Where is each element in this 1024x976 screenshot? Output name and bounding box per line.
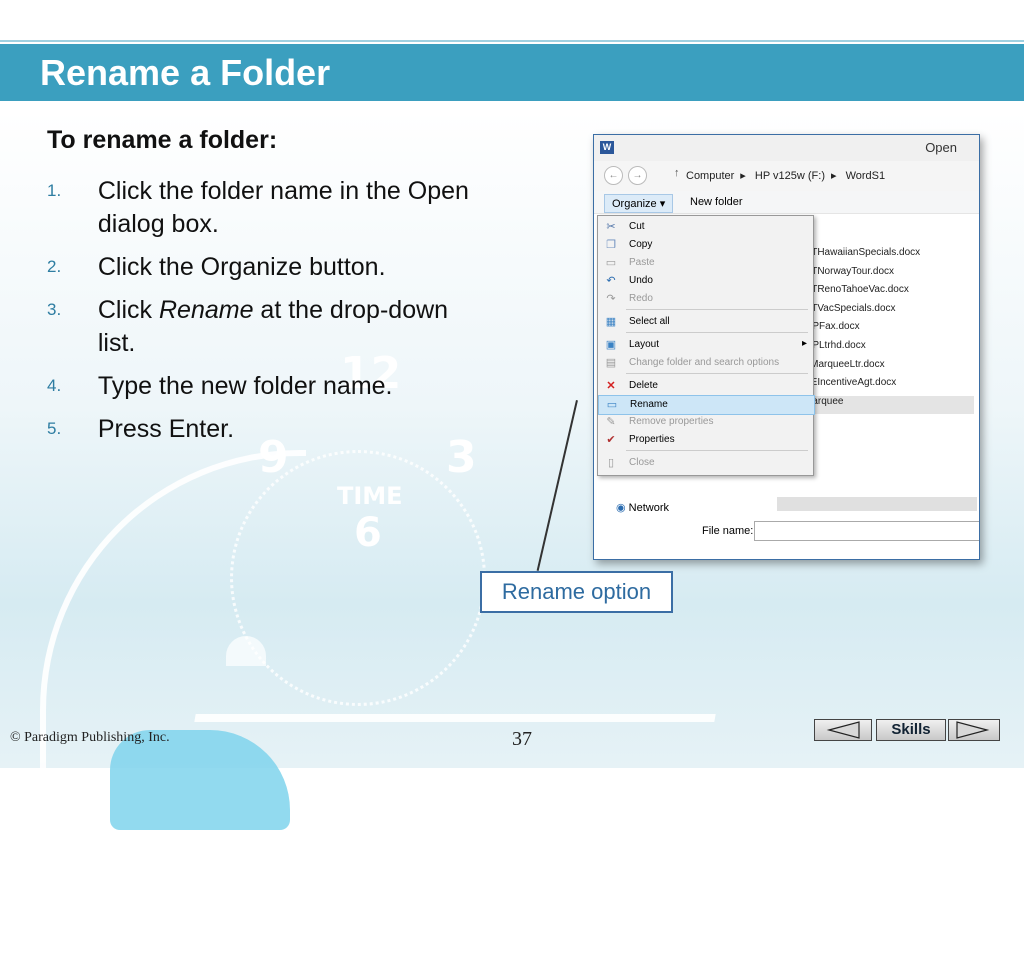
menu-separator — [626, 450, 808, 451]
properties-icon: ✔ — [606, 434, 616, 446]
dialog-title-bar: W Open — [594, 135, 979, 161]
rename-icon: ▭ — [606, 399, 618, 411]
clock-number-6: 6 — [354, 510, 382, 556]
menu-item-undo[interactable]: ↶ Undo — [598, 272, 813, 290]
delete-icon: ✕ — [606, 380, 616, 392]
step-item: 2. Click the Organize button. — [47, 251, 477, 284]
clock-label-time: TIME — [337, 482, 403, 510]
file-name-input[interactable] — [754, 521, 979, 541]
step-number: 5. — [47, 419, 62, 438]
copyright: © Paradigm Publishing, Inc. — [10, 730, 170, 745]
forward-icon[interactable]: → — [628, 166, 647, 185]
menu-separator — [626, 309, 808, 310]
layout-icon: ▣ — [605, 339, 617, 351]
step-text: Click the folder name in the Open dialog… — [97, 177, 469, 238]
right-arrow-icon — [956, 721, 990, 739]
left-arrow-icon — [826, 721, 860, 739]
step-number: 3. — [47, 300, 62, 319]
file-item-selected[interactable]: Marquee — [804, 395, 974, 415]
dialog-title: Open — [925, 140, 957, 155]
scissors-icon: ✂ — [606, 221, 616, 233]
file-item[interactable]: MPFax.docx — [804, 321, 974, 340]
page-number: 37 — [512, 728, 532, 750]
select-all-icon: ▦ — [605, 316, 617, 328]
file-item[interactable]: CTHawaiianSpecials.docx — [804, 247, 974, 266]
breadcrumb-arrow-icon: ▸ — [740, 170, 746, 182]
breadcrumb: Computer ▸ HP v125w (F:) ▸ WordS1 — [686, 169, 891, 182]
breadcrumb-item[interactable]: WordS1 — [846, 170, 886, 182]
new-folder-button[interactable]: New folder — [690, 196, 743, 208]
network-label: Network — [628, 502, 670, 514]
menu-item-close[interactable]: ▯ Close — [598, 454, 813, 472]
breadcrumb-arrow-icon: ▸ — [830, 170, 837, 182]
menu-item-paste[interactable]: ▭ Paste — [598, 254, 813, 272]
step-item: 3. Click Rename at the drop-down list. — [47, 294, 477, 360]
redo-icon: ↷ — [606, 293, 616, 305]
undo-icon: ↶ — [606, 275, 616, 287]
step-text: Type the new folder name. — [97, 372, 393, 400]
menu-item-layout[interactable]: ▣ Layout ▸ — [598, 336, 813, 354]
paste-icon: ▭ — [605, 257, 617, 269]
file-item[interactable]: CTVacSpecials.docx — [804, 303, 974, 322]
step-text: Click Rename at the drop-down list. — [98, 294, 477, 360]
step-number: 4. — [47, 376, 62, 395]
step-number: 1. — [47, 181, 62, 200]
file-name-label: File name: — [702, 525, 754, 537]
menu-item-redo[interactable]: ↷ Redo — [598, 290, 813, 308]
file-item[interactable]: CTRenoTahoeVac.docx — [804, 284, 974, 303]
menu-item-delete[interactable]: ✕ Delete — [598, 377, 813, 395]
menu-item-cut[interactable]: ✂ Cut — [598, 218, 813, 236]
back-icon[interactable]: ← — [604, 166, 623, 185]
remove-properties-icon: ✎ — [606, 416, 616, 428]
breadcrumb-item[interactable]: Computer — [686, 170, 734, 182]
step-text-italic: Rename — [158, 296, 254, 324]
file-item[interactable]: VEIncentiveAgt.docx — [804, 377, 974, 396]
file-item[interactable]: TMarqueeLtr.docx — [804, 359, 974, 378]
menu-separator — [626, 332, 808, 333]
word-icon: W — [600, 141, 614, 154]
file-item[interactable]: MPLtrhd.docx — [804, 340, 974, 359]
options-icon: ▤ — [605, 357, 617, 369]
step-number: 2. — [47, 257, 62, 276]
callout-rename-option: Rename option — [480, 571, 673, 613]
table — [194, 714, 716, 722]
slide-title: Rename a Folder — [40, 52, 331, 93]
menu-item-copy[interactable]: ❐ Copy — [598, 236, 813, 254]
submenu-arrow-icon: ▸ — [801, 338, 807, 349]
previous-slide-button[interactable] — [814, 719, 872, 741]
close-icon: ▯ — [607, 457, 615, 469]
step-item: 4. Type the new folder name. — [47, 370, 477, 403]
dialog-toolbar: Organize ▾ New folder — [594, 191, 979, 214]
copy-icon: ❐ — [606, 239, 616, 251]
horizontal-scrollbar[interactable] — [777, 497, 977, 511]
network-icon: ◉ — [616, 502, 626, 514]
menu-item-properties[interactable]: ✔ Properties — [598, 431, 813, 449]
menu-item-rename[interactable]: ▭ Rename — [598, 395, 815, 415]
file-list: CTHawaiianSpecials.docx CTNorwayTour.doc… — [804, 247, 974, 415]
step-text: Press Enter. — [97, 415, 235, 443]
menu-separator — [626, 373, 808, 374]
menu-item-change-folder-options[interactable]: ▤ Change folder and search options — [598, 354, 813, 372]
subheading: To rename a folder: — [47, 126, 278, 154]
address-bar: ← → ↑ Computer ▸ HP v125w (F:) ▸ WordS1 — [594, 161, 979, 191]
next-slide-button[interactable] — [948, 719, 1000, 741]
breadcrumb-item[interactable]: HP v125w (F:) — [755, 170, 825, 182]
up-icon[interactable]: ↑ — [674, 167, 680, 179]
menu-item-remove-properties[interactable]: ✎ Remove properties — [598, 413, 813, 431]
header-accent-line — [0, 40, 1024, 42]
step-text-before: Click — [97, 296, 159, 324]
organize-dropdown-menu: ✂ Cut ❐ Copy ▭ Paste ↶ Undo ↷ Redo ▦ Select al… — [597, 215, 815, 476]
menu-item-select-all[interactable]: ▦ Select all — [598, 313, 813, 331]
step-item: 1. Click the folder name in the Open dia… — [47, 175, 477, 241]
organize-button[interactable]: Organize ▾ — [604, 194, 674, 213]
step-text: Click the Organize button. — [97, 253, 386, 281]
file-item[interactable]: CTNorwayTour.docx — [804, 266, 974, 285]
nav-item-network[interactable]: ◉ Network — [616, 501, 669, 514]
step-item: 5. Press Enter. — [47, 413, 477, 446]
steps-list: 1. Click the folder name in the Open dia… — [47, 175, 477, 456]
skills-button[interactable]: Skills — [876, 719, 946, 741]
slide-navigation: Skills — [814, 719, 1000, 743]
open-dialog-screenshot: W Open ← → ↑ Computer ▸ HP v125w (F:) ▸ Wo… — [593, 134, 980, 560]
